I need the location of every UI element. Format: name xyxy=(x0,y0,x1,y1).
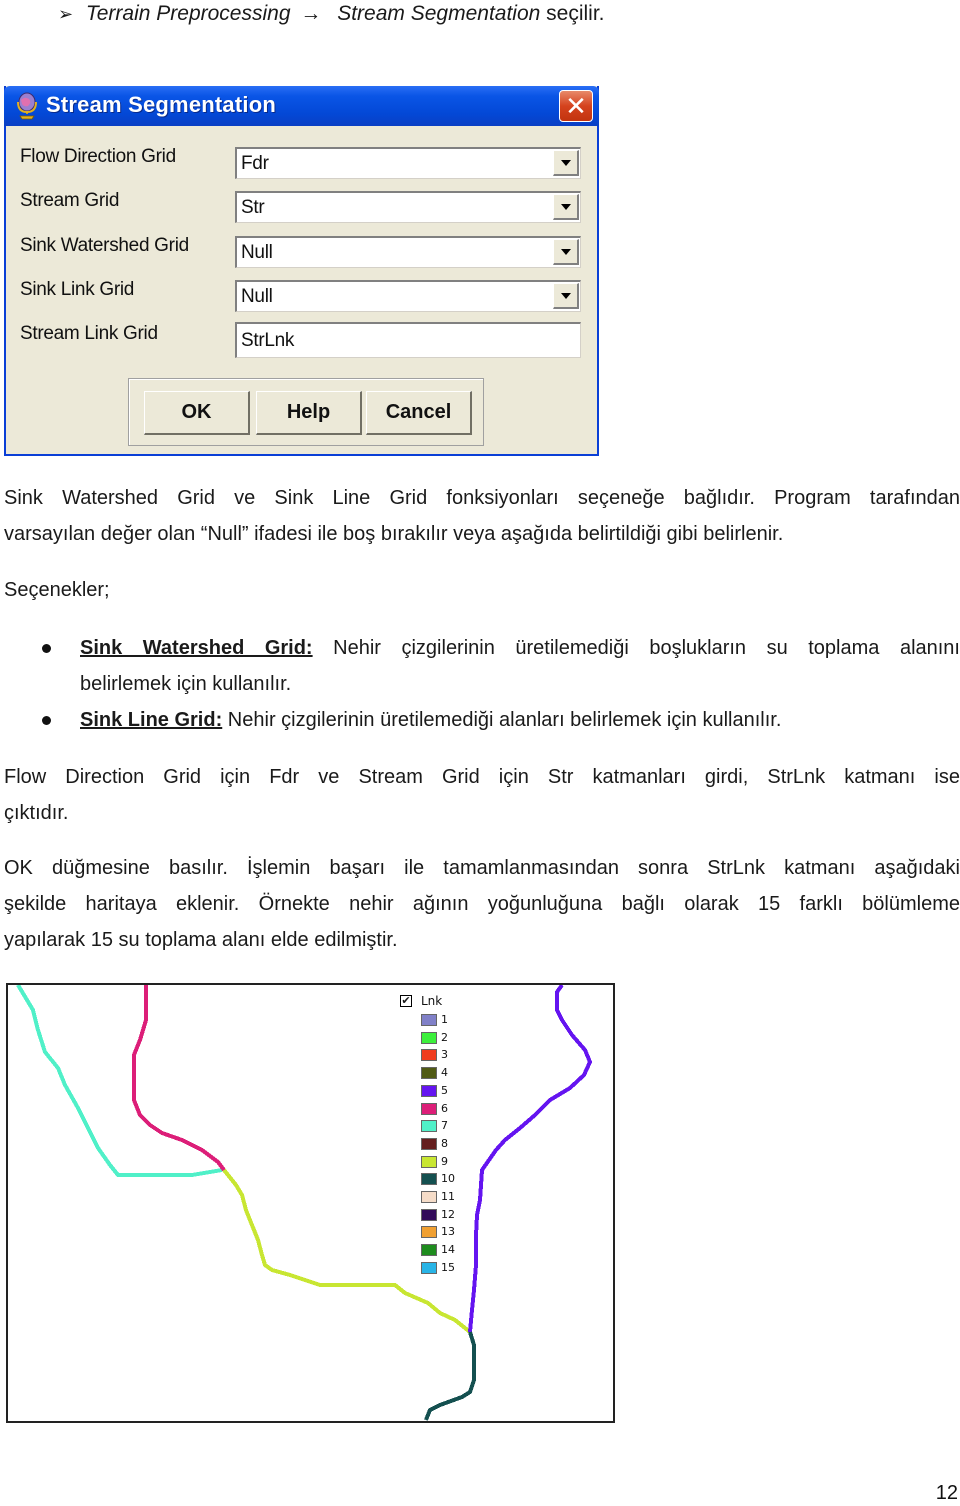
menu-item-name: Stream Segmentation xyxy=(337,2,541,25)
bullet-sink-line-grid: Sink Line Grid: Nehir çizgilerinin üreti… xyxy=(80,702,960,738)
legend-swatch xyxy=(421,1031,437,1044)
sink-link-grid-select[interactable]: Null xyxy=(235,280,581,312)
options-heading: Seçenekler; xyxy=(4,579,110,601)
button-group: OK Help Cancel xyxy=(128,378,484,446)
text-line: çıktıdır. xyxy=(4,802,69,824)
stream-segmentation-dialog: Stream Segmentation ✕ Flow Direction Gri… xyxy=(4,86,599,456)
text-line: Sink Watershed Grid: Nehir çizgilerinin … xyxy=(80,630,960,666)
legend-layer-name: Lnk xyxy=(421,994,443,1008)
legend-swatch xyxy=(421,1120,437,1133)
chevron-down-icon[interactable] xyxy=(553,283,579,309)
arrowhead-bullet-icon: ➢ xyxy=(58,4,74,24)
legend-label: 8 xyxy=(441,1136,448,1150)
stream-grid-label: Stream Grid xyxy=(20,190,120,211)
legend-label: 2 xyxy=(441,1030,448,1044)
cancel-button[interactable]: Cancel xyxy=(366,391,472,435)
term-label: Sink Line Grid: xyxy=(80,709,223,731)
text-line: Sink Watershed Grid ve Sink Line Grid fo… xyxy=(4,487,960,509)
legend-label: 14 xyxy=(441,1243,455,1257)
text-line: Flow Direction Grid için Fdr ve Stream G… xyxy=(4,766,960,788)
close-icon: ✕ xyxy=(565,91,587,121)
legend-swatch xyxy=(421,1173,437,1186)
layer-visibility-checkbox[interactable]: ✔ xyxy=(400,995,412,1007)
legend-label: 13 xyxy=(441,1225,455,1239)
legend-swatch xyxy=(421,1067,437,1080)
legend-label: 3 xyxy=(441,1048,448,1062)
legend-swatch xyxy=(421,1084,437,1097)
flow-direction-grid-select[interactable]: Fdr xyxy=(235,147,581,179)
legend-label: 1 xyxy=(441,1013,448,1026)
legend-swatch xyxy=(421,1208,437,1221)
legend-swatch xyxy=(421,1049,437,1062)
stream-link-5 xyxy=(468,985,593,1333)
legend-swatch xyxy=(421,1226,437,1239)
legend-label: 10 xyxy=(441,1172,455,1186)
input-value: StrLnk xyxy=(241,330,295,351)
paragraph-intro: Sink Watershed Grid ve Sink Line Grid fo… xyxy=(4,480,960,552)
bullet-sink-watershed-grid: Sink Watershed Grid: Nehir çizgilerinin … xyxy=(80,630,960,702)
legend-label: 9 xyxy=(441,1154,448,1168)
text-line: yapılarak 15 su toplama alanı elde edilm… xyxy=(4,929,398,951)
page-number: 12 xyxy=(935,1482,958,1504)
term-description: Nehir çizgilerinin üretilemediği boşlukl… xyxy=(312,637,960,659)
legend-label: 5 xyxy=(441,1083,448,1097)
close-button[interactable]: ✕ xyxy=(559,90,593,122)
legend-swatch xyxy=(421,1155,437,1168)
globe-icon xyxy=(17,92,37,120)
legend-label: 4 xyxy=(441,1066,448,1080)
legend-swatch xyxy=(421,1137,437,1150)
legend-swatch xyxy=(421,1102,437,1115)
dialog-titlebar[interactable]: Stream Segmentation ✕ xyxy=(4,86,599,126)
sink-link-grid-label: Sink Link Grid xyxy=(20,279,135,300)
checkbox-check-icon: ✔ xyxy=(401,995,411,1007)
text-line: şekilde haritaya eklenir. Örnekte nehir … xyxy=(4,893,960,915)
bullet-icon xyxy=(42,716,51,725)
sink-watershed-grid-label: Sink Watershed Grid xyxy=(20,235,189,256)
step-instruction: ➢ Terrain Preprocessing → Stream Segment… xyxy=(58,0,605,28)
legend-swatch xyxy=(421,1261,437,1274)
text-line: varsayılan değer olan “Null” ifadesi ile… xyxy=(4,523,784,545)
legend-label: 7 xyxy=(441,1119,448,1133)
text-line: belirlemek için kullanılır. xyxy=(80,673,292,695)
text-line: OK düğmesine basılır. İşlemin başarı ile… xyxy=(4,857,960,879)
stream-link-map xyxy=(6,983,615,1423)
chevron-down-icon[interactable] xyxy=(553,194,579,220)
legend-swatch xyxy=(421,1014,437,1026)
ok-button[interactable]: OK xyxy=(144,391,250,435)
stream-link-grid-input[interactable]: StrLnk xyxy=(235,322,581,358)
help-button[interactable]: Help xyxy=(256,391,362,435)
dialog-title: Stream Segmentation xyxy=(46,92,276,117)
legend-label: 15 xyxy=(441,1260,455,1274)
legend-label: 12 xyxy=(441,1207,455,1221)
bullet-icon xyxy=(42,644,51,653)
flow-direction-grid-label: Flow Direction Grid xyxy=(20,146,176,167)
stream-link-10 xyxy=(424,1331,476,1421)
selected-value: Null xyxy=(241,286,273,307)
paragraph-result: OK düğmesine basılır. İşlemin başarı ile… xyxy=(4,850,960,958)
selected-value: Null xyxy=(241,242,273,263)
legend-label: 6 xyxy=(441,1101,448,1115)
stream-link-6 xyxy=(132,985,226,1172)
term-description: Nehir çizgilerinin üretilemediği alanlar… xyxy=(222,709,782,731)
step-suffix: seçilir. xyxy=(546,2,605,25)
stream-grid-select[interactable]: Str xyxy=(235,191,581,223)
stream-link-grid-label: Stream Link Grid xyxy=(20,323,158,344)
sink-watershed-grid-select[interactable]: Null xyxy=(235,236,581,268)
chevron-down-icon[interactable] xyxy=(553,239,579,265)
map-canvas xyxy=(16,985,593,1421)
legend-label: 11 xyxy=(441,1190,455,1203)
menu-name: Terrain Preprocessing xyxy=(85,2,291,25)
right-arrow-icon: → xyxy=(300,2,322,25)
chevron-down-icon[interactable] xyxy=(553,150,579,176)
term-label: Sink Watershed Grid: xyxy=(80,637,313,659)
legend-swatch xyxy=(421,1244,437,1257)
selected-value: Fdr xyxy=(241,153,269,174)
legend-swatch xyxy=(421,1191,437,1203)
selected-value: Str xyxy=(241,197,265,218)
paragraph-inputs-outputs: Flow Direction Grid için Fdr ve Stream G… xyxy=(4,759,960,831)
